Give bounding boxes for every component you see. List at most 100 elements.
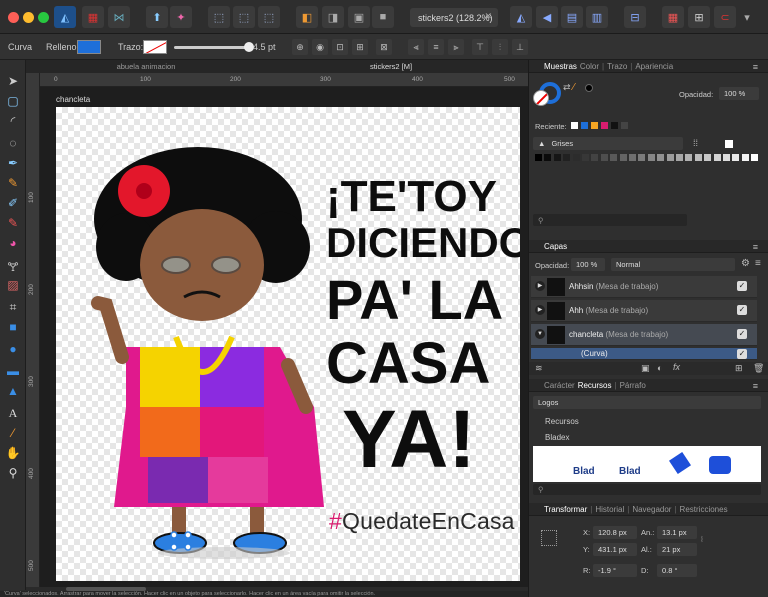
align-center-icon[interactable]: ≡ [428,39,444,55]
selection-handle[interactable] [170,531,178,539]
recent-color-swatch[interactable] [621,122,628,129]
layer-row[interactable]: ▶ Ahh (Mesa de trabajo) ✓ [531,300,757,322]
convert-icon[interactable]: ⊠ [376,39,392,55]
transform-icon[interactable]: ⊡ [332,39,348,55]
export-persona-icon[interactable]: ⋈ [108,6,130,28]
swap-colors-icon[interactable]: ⇄ [563,82,571,93]
grey-swatch[interactable] [638,154,646,161]
grey-swatch[interactable] [535,154,542,161]
geometry-icon[interactable]: ▦ [662,6,684,28]
vector-brush-icon[interactable]: ✐ [4,194,22,212]
nodes-icon[interactable]: ⊞ [352,39,368,55]
tab-historial[interactable]: Historial [595,505,624,514]
ellipse-tool-icon[interactable]: ● [4,340,22,358]
pen-tool-icon[interactable]: ✒ [4,154,22,172]
visibility-checkbox[interactable]: ✓ [737,329,747,339]
triangle-tool-icon[interactable]: ▲ [4,382,22,400]
boolean-icon[interactable]: ⊞ [688,6,710,28]
grey-swatch[interactable] [591,154,599,161]
affinity-designer-icon[interactable]: ◭ [54,6,76,28]
align-middle-icon[interactable]: ⫶ [492,39,508,55]
gradient-tool-icon[interactable]: ◕ [4,234,22,252]
distribute-icon[interactable]: ⊟ [624,6,646,28]
grey-swatch[interactable] [553,154,561,161]
asset-preview[interactable]: Blad [619,466,641,477]
node-tool-icon[interactable]: ▢ [4,92,22,110]
document-tab[interactable]: stickers2 (128.2%) ✕ [410,8,498,27]
recent-color-swatch[interactable] [601,122,608,129]
eyedropper-icon[interactable]: ⁄ [573,82,575,93]
selection-handle[interactable] [184,543,192,551]
tab-parrafo[interactable]: Párrafo [620,381,646,390]
rotation-field[interactable]: -1.9 ° [593,564,637,577]
tab-caracter[interactable]: Carácter [544,381,575,390]
asset-preview[interactable]: Blad [573,466,595,477]
arrange-forward-icon[interactable]: ◨ [322,6,344,28]
y-field[interactable]: 431.1 px [593,543,637,556]
fx-icon[interactable]: fx [673,362,680,372]
layer-opacity-field[interactable]: 100 % [571,258,605,271]
point-transform-icon[interactable]: ◌ [4,134,22,152]
layer-settings-icon[interactable]: ⚙ [741,258,750,269]
tab-navegador[interactable]: Navegador [632,505,671,514]
layers-menu-icon[interactable]: ≡ [753,242,758,252]
layer-row[interactable]: ▼ chancleta (Mesa de trabajo) ✓ [531,324,757,346]
arrange-back-icon[interactable]: ◧ [296,6,318,28]
align-bottom-icon[interactable]: ⊥ [512,39,528,55]
grey-swatch[interactable] [619,154,627,161]
selection-handle[interactable] [184,531,192,539]
grey-swatch[interactable] [694,154,702,161]
tab-recursos[interactable]: Recursos [578,381,612,390]
align-top-icon[interactable]: ⊤ [472,39,488,55]
layer-row-selected[interactable]: (Curva) ✓ [531,348,757,360]
w-field[interactable]: 13.1 px [657,526,697,539]
assistant-icon[interactable]: ⬆ [146,6,168,28]
layers-stack-icon[interactable]: ≋ [535,363,543,374]
pencil-tool-icon[interactable]: ✎ [4,174,22,192]
more-chevron-icon[interactable]: ▾ [740,6,754,28]
tab-color[interactable]: Color [580,62,599,71]
minimize-window-button[interactable] [23,12,34,23]
recent-color-swatch[interactable] [571,122,578,129]
tab-stickers2[interactable]: stickers2 [M] [326,60,456,73]
canvas-area[interactable]: chancleta ¡TE'TOY DICIENDO PA' LA CASA Y… [40,87,528,587]
asset-preview-logo[interactable] [669,452,691,474]
align-icon[interactable]: ▥ [586,6,608,28]
zoom-tool-icon[interactable]: ⚲ [4,464,22,482]
fill-swatch[interactable] [77,40,101,54]
panel-menu-icon[interactable]: ≡ [753,62,758,72]
transform-origin-icon[interactable]: ⊕ [292,39,308,55]
recent-color-swatch[interactable] [591,122,598,129]
h-field[interactable]: 21 px [657,543,697,556]
tab-restricciones[interactable]: Restricciones [680,505,728,514]
grey-swatch[interactable] [704,154,712,161]
stroke-width-slider[interactable] [174,46,246,49]
add-layer-icon[interactable]: ⊞ [735,363,743,374]
asset-category-dropdown[interactable]: Logos [533,396,761,409]
grey-swatch[interactable] [751,154,759,161]
color-picker-icon[interactable]: ⁄ [4,424,22,442]
flip-vertical-icon[interactable]: ◀ [536,6,558,28]
visibility-checkbox[interactable]: ✓ [737,305,747,315]
grey-swatch[interactable] [732,154,740,161]
grey-swatch[interactable] [666,154,674,161]
mask-icon[interactable]: ▣ [641,363,650,374]
grey-swatch[interactable] [610,154,618,161]
recent-color-swatch[interactable] [611,122,618,129]
artboard[interactable]: ¡TE'TOY DICIENDO PA' LA CASA YA! #Quedat… [56,107,520,581]
black-swatch-dot[interactable] [585,84,593,92]
grey-swatch[interactable] [572,154,580,161]
arrange-front-icon[interactable]: ▣ [348,6,370,28]
tab-apariencia[interactable]: Apariencia [635,62,673,71]
stroke-swatch[interactable] [143,40,167,54]
layers-panel-menu-icon[interactable]: ≡ [755,258,761,269]
fill-tool-icon[interactable]: ✎ [4,214,22,232]
grey-swatch[interactable] [713,154,721,161]
stroke-width-value[interactable]: 4.5 pt [253,42,276,52]
link-icon[interactable]: ⧘ [701,534,703,545]
corner-tool-icon[interactable]: ◜ [4,112,22,130]
expand-icon[interactable]: ▶ [535,281,545,291]
x-field[interactable]: 120.8 px [593,526,637,539]
snapping-icon[interactable]: ⬚ [233,6,255,28]
assets-menu-icon[interactable]: ≡ [753,381,758,391]
